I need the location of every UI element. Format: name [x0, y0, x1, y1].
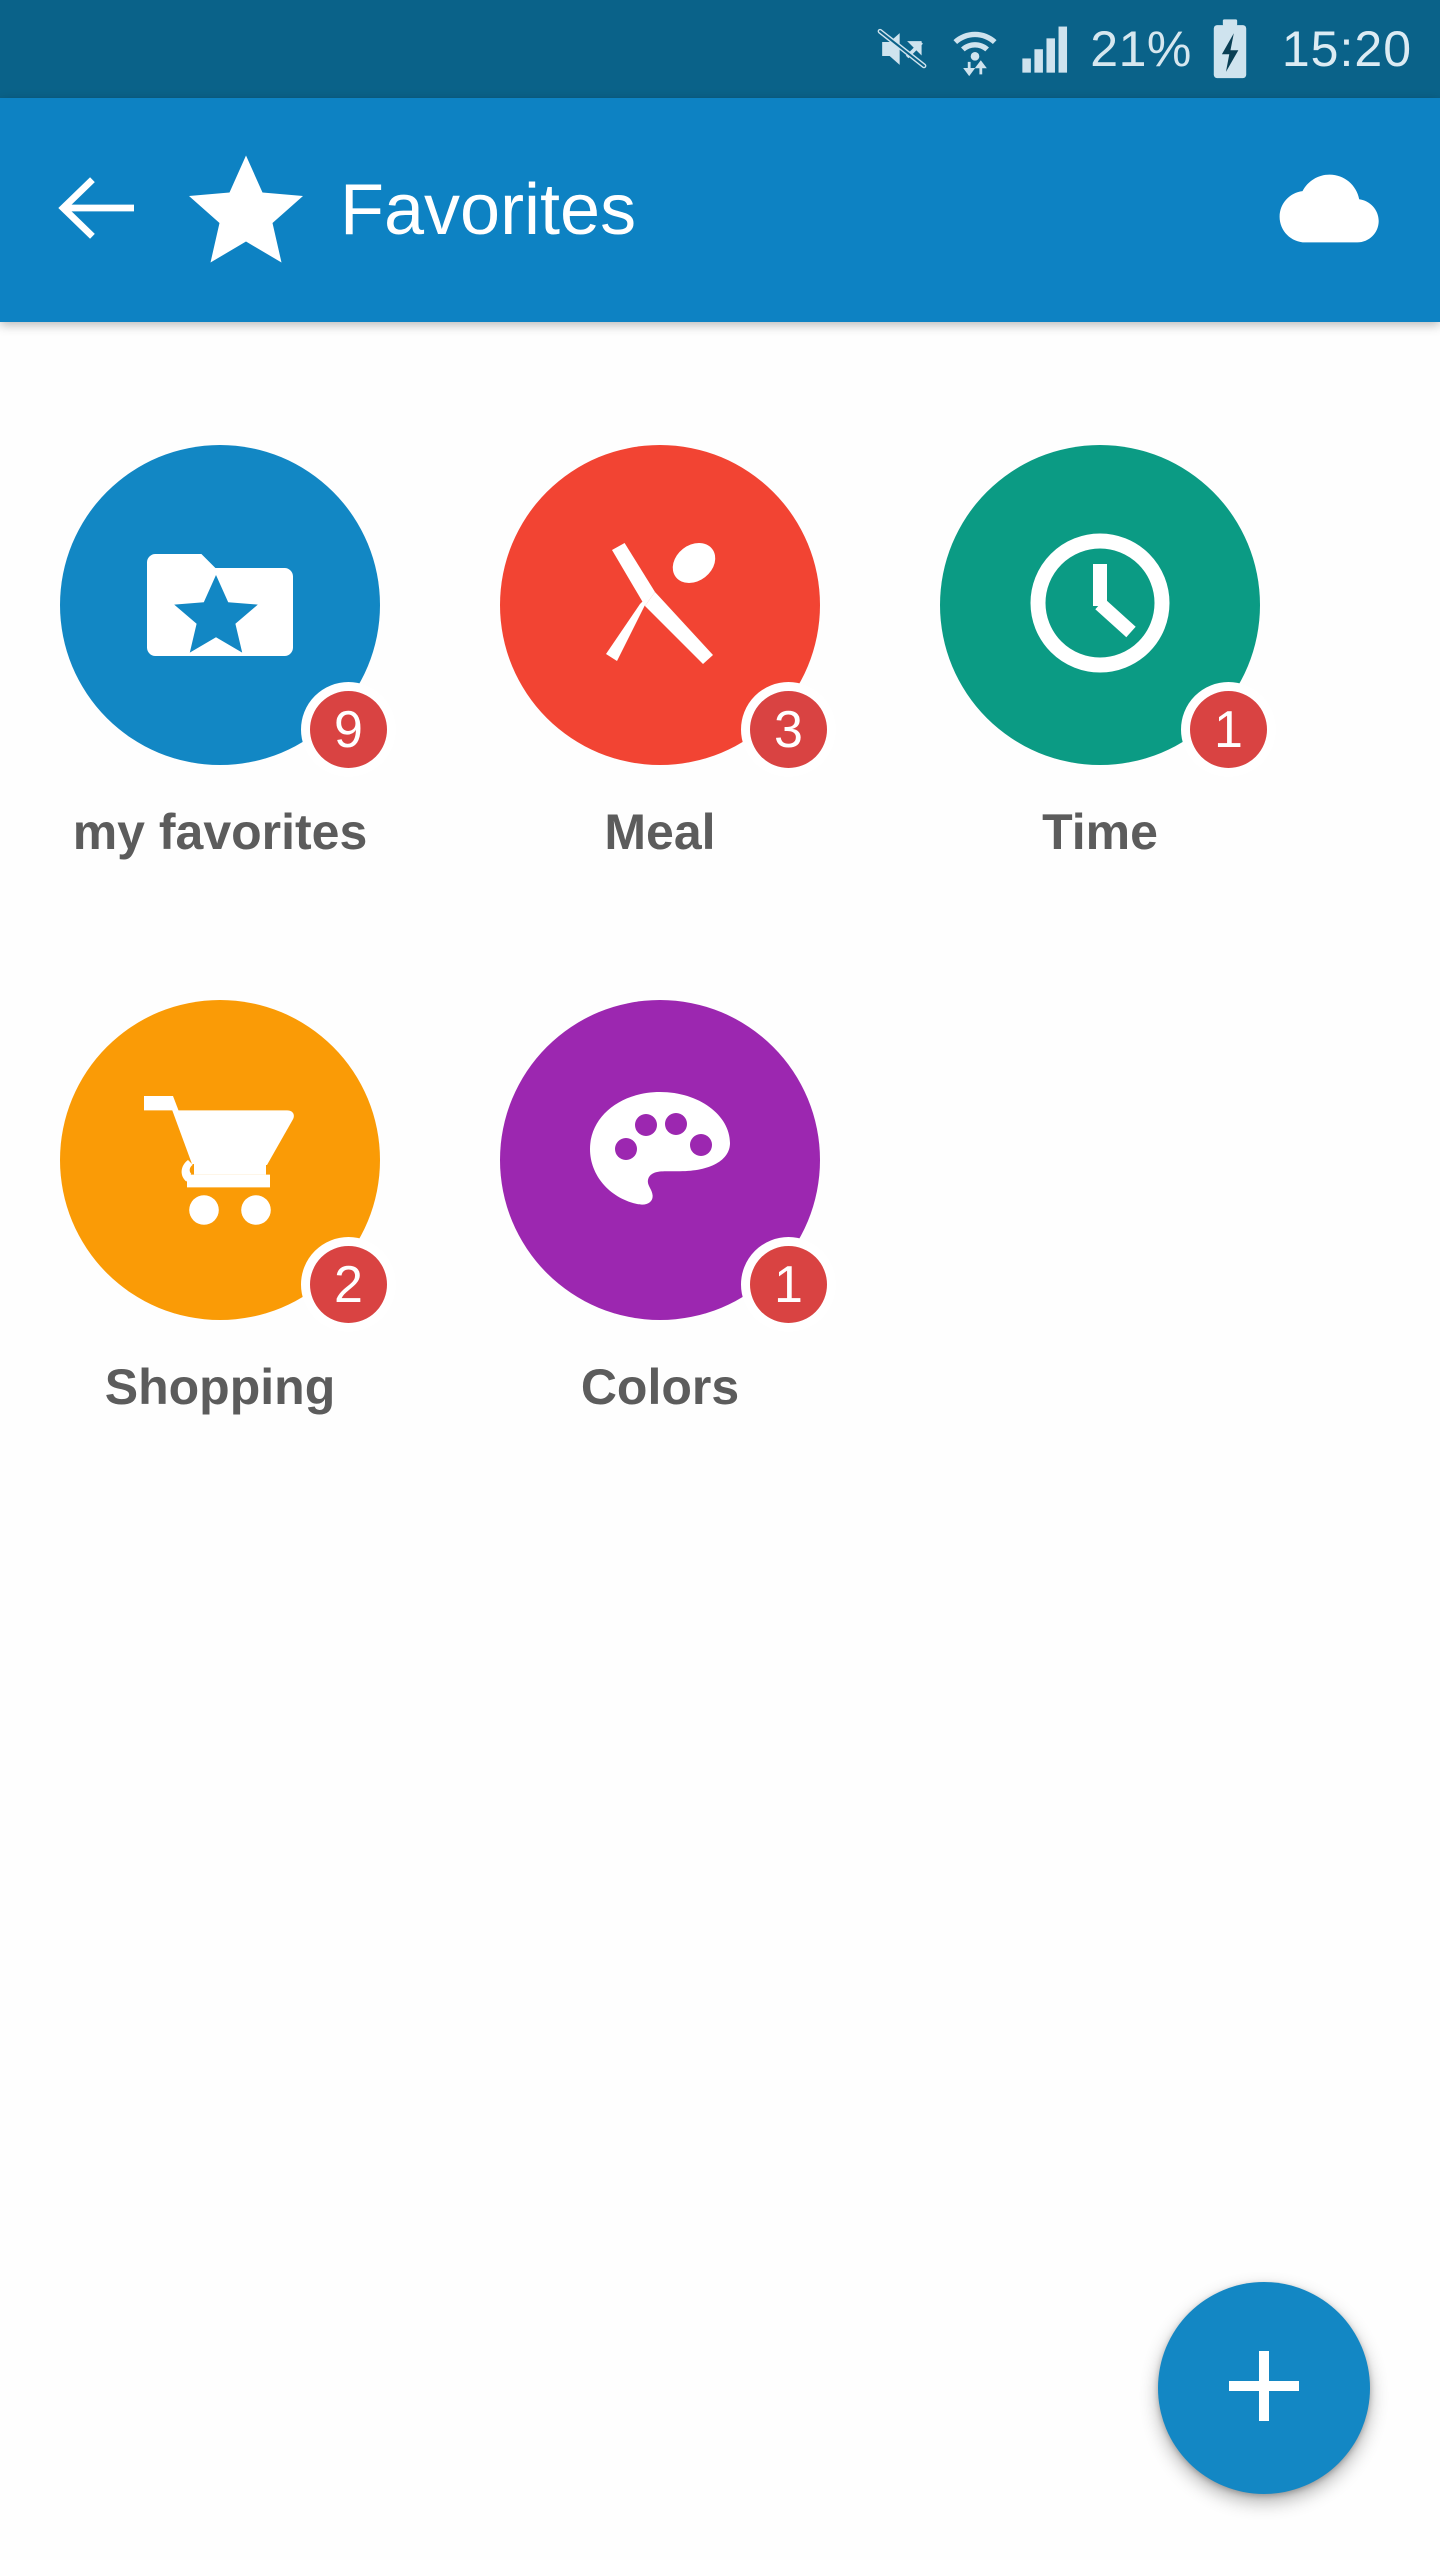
back-button[interactable]: [50, 162, 146, 258]
badge-count: 1: [1181, 682, 1276, 777]
grid-item-empty: [880, 1000, 1320, 1555]
main-content: 9 my favorites 3 Meal 1 Time 2 Shopping …: [0, 322, 1440, 2560]
grid-item-label: Meal: [604, 804, 716, 860]
badge-count: 9: [301, 682, 396, 777]
clock-label: 15:20: [1281, 21, 1412, 77]
plus-icon: [1221, 2343, 1307, 2434]
status-bar-icons: 21% 15:20: [874, 18, 1412, 80]
cloud-download-icon: [1274, 166, 1380, 255]
icon-circle-wrapper: 3: [500, 445, 836, 777]
star-icon: [186, 152, 306, 268]
grid-item-label: Time: [1042, 804, 1158, 860]
battery-charging-icon: [1210, 18, 1250, 80]
grid-item-label: my favorites: [72, 804, 368, 860]
grid-item-meal[interactable]: 3 Meal: [440, 445, 880, 1000]
grid-item-shopping[interactable]: 2 Shopping: [0, 1000, 440, 1555]
palette-icon: [586, 1088, 734, 1233]
add-button[interactable]: [1158, 2282, 1370, 2494]
grid-item-label: Colors: [580, 1359, 740, 1415]
cloud-download-button[interactable]: [1272, 155, 1382, 265]
page-title: Favorites: [340, 170, 637, 250]
favorites-grid: 9 my favorites 3 Meal 1 Time 2 Shopping …: [0, 445, 1440, 1555]
icon-circle-wrapper: 1: [500, 1000, 836, 1332]
grid-item-colors[interactable]: 1 Colors: [440, 1000, 880, 1555]
app-bar: Favorites: [0, 98, 1440, 322]
badge-count: 3: [741, 682, 836, 777]
icon-circle-wrapper: 2: [60, 1000, 396, 1332]
cellular-signal-icon: [1020, 24, 1072, 74]
icon-circle-wrapper: 1: [940, 445, 1276, 777]
icon-circle-wrapper: 9: [60, 445, 396, 777]
battery-percent-label: 21%: [1090, 21, 1192, 77]
badge-count: 1: [741, 1237, 836, 1332]
folder-star-icon: [145, 541, 295, 670]
clock-icon: [1024, 527, 1176, 684]
knife-spoon-icon: [589, 532, 731, 679]
grid-item-my-favorites[interactable]: 9 my favorites: [0, 445, 440, 1000]
badge-count: 2: [301, 1237, 396, 1332]
wifi-icon: [948, 21, 1002, 77]
shopping-cart-icon: [141, 1090, 299, 1231]
status-bar: 21% 15:20: [0, 0, 1440, 98]
grid-item-time[interactable]: 1 Time: [880, 445, 1320, 1000]
arrow-left-icon: [58, 176, 138, 244]
grid-item-label: Shopping: [104, 1359, 336, 1415]
volume-mute-icon: [874, 21, 930, 77]
